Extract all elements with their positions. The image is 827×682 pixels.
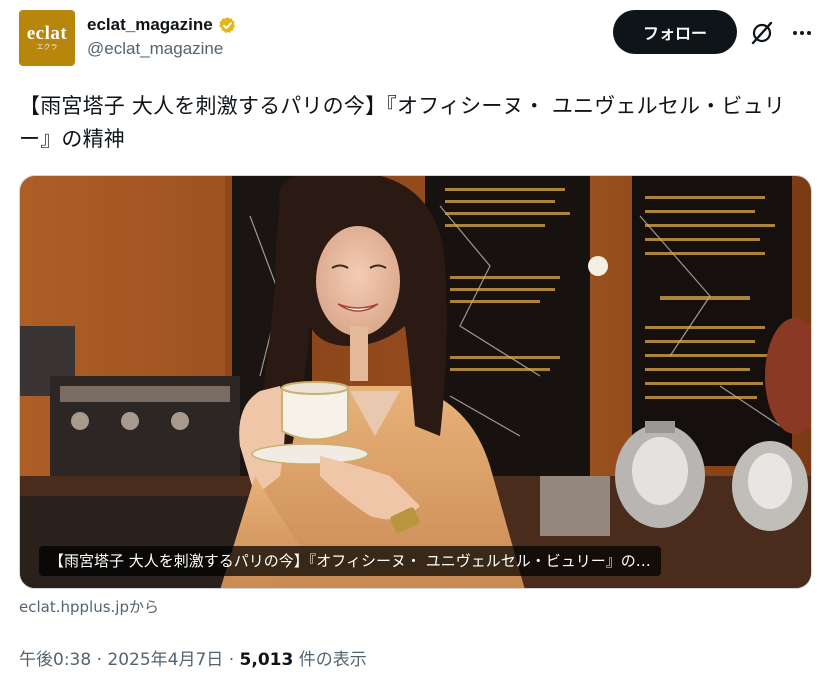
verified-badge-icon xyxy=(218,16,235,33)
card-caption[interactable]: 【雨宮塔子 大人を刺激するパリの今】『オフィシーヌ・ ユニヴェルセル・ビュリー』… xyxy=(39,546,661,576)
separator: · xyxy=(228,650,235,670)
separator: · xyxy=(96,650,102,670)
dot xyxy=(807,31,811,35)
display-name-row: eclat_magazine xyxy=(87,14,237,36)
avatar[interactable]: eclat エクラ xyxy=(19,10,75,66)
link-card[interactable]: 【雨宮塔子 大人を刺激するパリの今】『オフィシーヌ・ ユニヴェルセル・ビュリー』… xyxy=(19,175,812,589)
views-count: 5,013 xyxy=(239,650,294,670)
tweet-date[interactable]: 2025年4月7日 xyxy=(107,650,223,670)
dot xyxy=(793,31,797,35)
handle[interactable]: @eclat_magazine xyxy=(87,39,237,59)
dot xyxy=(800,31,804,35)
more-dots-icon[interactable] xyxy=(789,20,815,46)
account-names: eclat_magazine @eclat_magazine xyxy=(87,14,237,59)
avatar-logo: eclat xyxy=(26,22,68,44)
tweet-text: 【雨宮塔子 大人を刺激するパリの今】『オフィシーヌ・ ユニヴェルセル・ビュリー』… xyxy=(19,94,786,151)
grok-slash-icon[interactable] xyxy=(749,20,775,46)
tweet-header: eclat エクラ eclat_magazine @eclat_magazine… xyxy=(19,10,815,66)
follow-button[interactable]: フォロー xyxy=(613,10,737,54)
tweet-time[interactable]: 午後0:38 xyxy=(19,650,91,670)
avatar-logo-sub: エクラ xyxy=(36,43,58,51)
display-name[interactable]: eclat_magazine xyxy=(87,15,213,35)
tweet-meta: 午後0:38 · 2025年4月7日 · 5,013 件の表示 xyxy=(19,645,367,670)
card-photo xyxy=(20,176,811,588)
card-source[interactable]: eclat.hpplus.jpから xyxy=(19,596,159,617)
views-label: 件の表示 xyxy=(298,650,367,670)
